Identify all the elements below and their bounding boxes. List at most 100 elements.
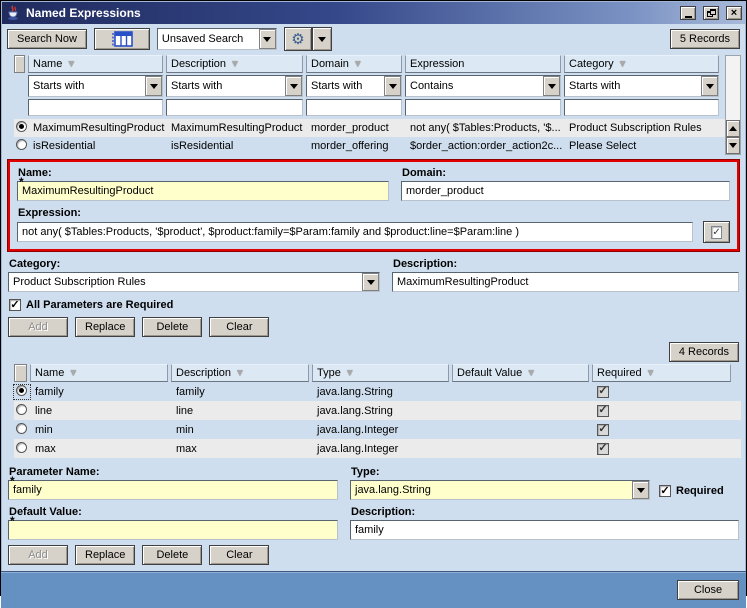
close-window-button[interactable]: × — [726, 6, 742, 20]
close-button[interactable]: Close — [677, 580, 739, 600]
param-column-header-name[interactable]: Name▼ — [30, 364, 168, 382]
cell-name: line — [30, 405, 171, 417]
param-radio-selected[interactable] — [16, 385, 27, 396]
cell-name: max — [30, 443, 171, 455]
filter-operator-domain[interactable]: Starts with — [306, 75, 402, 97]
all-params-required-label: All Parameters are Required — [26, 299, 173, 311]
filter-operator-name[interactable]: Starts with — [28, 75, 163, 97]
parameter-row[interactable]: max max java.lang.Integer — [14, 439, 741, 458]
default-value-field[interactable] — [8, 520, 338, 540]
filter-operator-description[interactable]: Starts with — [166, 75, 303, 97]
filter-icon: ▼ — [526, 368, 536, 379]
parameter-replace-button[interactable]: Replace — [75, 545, 135, 565]
row-radio[interactable] — [16, 139, 27, 150]
category-select[interactable]: Product Subscription Rules — [8, 272, 380, 292]
column-header-name[interactable]: Name▼ — [28, 55, 163, 73]
settings-dropdown-button[interactable] — [312, 27, 332, 51]
dropdown-arrow[interactable] — [285, 76, 302, 96]
filter-input-description[interactable] — [166, 99, 303, 116]
parameter-actions: Add Replace Delete Clear — [8, 545, 739, 565]
table-row[interactable]: MaximumResultingProduct MaximumResulting… — [14, 119, 741, 137]
search-results-table: Name▼ Description▼ Domain▼ Expression Ca… — [14, 55, 741, 155]
expression-delete-button[interactable]: Delete — [142, 317, 202, 337]
expression-field[interactable] — [17, 222, 693, 242]
parameter-delete-button[interactable]: Delete — [142, 545, 202, 565]
dropdown-arrow[interactable] — [701, 76, 718, 96]
parameter-name-label: Parameter Name: — [8, 464, 338, 480]
column-header-domain[interactable]: Domain▼ — [306, 55, 402, 73]
default-value-label: Default Value: — [8, 504, 338, 520]
filter-input-category[interactable] — [564, 99, 719, 116]
parameter-name-field[interactable] — [8, 480, 338, 500]
search-now-button[interactable]: Search Now — [7, 29, 87, 49]
dropdown-arrow[interactable] — [145, 76, 162, 96]
filter-operator-expression[interactable]: Contains — [405, 75, 561, 97]
vertical-scrollbar[interactable] — [725, 55, 741, 155]
expression-clear-button[interactable]: Clear — [209, 317, 269, 337]
column-settings-button[interactable] — [94, 28, 150, 50]
parameter-row[interactable]: min min java.lang.Integer — [14, 420, 741, 439]
param-radio[interactable] — [16, 423, 27, 434]
name-field[interactable] — [17, 181, 389, 201]
type-select[interactable]: java.lang.String — [350, 480, 650, 500]
parameter-row[interactable]: line line java.lang.String — [14, 401, 741, 420]
required-checkbox — [597, 405, 609, 417]
parameter-add-button[interactable]: Add — [8, 545, 68, 565]
arrow-down-icon — [729, 143, 737, 148]
filter-operator-category[interactable]: Starts with — [564, 75, 719, 97]
chevron-down-icon — [318, 37, 326, 42]
parameter-clear-button[interactable]: Clear — [209, 545, 269, 565]
cell-type: java.lang.Integer — [312, 424, 452, 436]
parameter-row[interactable]: family family java.lang.String — [14, 382, 741, 401]
scroll-down-button[interactable] — [726, 137, 740, 154]
restore-button[interactable] — [703, 6, 719, 20]
required-checkbox — [597, 386, 609, 398]
param-column-header-type[interactable]: Type▼ — [312, 364, 449, 382]
param-column-header-required[interactable]: Required▼ — [592, 364, 731, 382]
expression-replace-button[interactable]: Replace — [75, 317, 135, 337]
parameter-form: Parameter Name: * Type: java.lang.String — [8, 464, 739, 540]
filter-input-expression[interactable] — [405, 99, 561, 116]
column-header-expression[interactable]: Expression — [405, 55, 561, 73]
saved-search-select[interactable]: Unsaved Search — [157, 28, 277, 50]
filter-input-domain[interactable] — [306, 99, 402, 116]
filter-icon: ▼ — [66, 59, 76, 70]
column-header-description[interactable]: Description▼ — [166, 55, 303, 73]
scroll-up-button[interactable] — [726, 120, 740, 137]
validate-expression-button[interactable]: ✓ — [703, 221, 730, 243]
main-content: Name▼ Description▼ Domain▼ Expression Ca… — [1, 53, 746, 565]
filter-icon: ▼ — [646, 368, 656, 379]
settings-button[interactable]: ⚙ — [284, 27, 312, 51]
cell-name: min — [30, 424, 171, 436]
column-header-category[interactable]: Category▼ — [564, 55, 719, 73]
param-required-checkbox[interactable] — [659, 485, 671, 497]
cell-expression: $order_action:order_action2c... — [405, 140, 564, 152]
minimize-button[interactable] — [680, 6, 696, 20]
cell-type: java.lang.String — [312, 405, 452, 417]
table-row[interactable]: isResidential isResidential morder_offer… — [14, 137, 741, 155]
all-params-required-checkbox[interactable] — [9, 299, 21, 311]
toolbar: Search Now Unsaved Search ⚙ 5 Records — [1, 25, 746, 53]
dropdown-arrow[interactable] — [543, 76, 560, 96]
dropdown-arrow[interactable] — [632, 481, 649, 499]
row-radio-selected[interactable] — [16, 121, 27, 132]
expression-add-button[interactable]: Add — [8, 317, 68, 337]
java-app-icon — [5, 5, 21, 21]
dropdown-arrow[interactable] — [362, 273, 379, 291]
domain-field[interactable] — [401, 181, 730, 201]
param-column-header-description[interactable]: Description▼ — [171, 364, 309, 382]
param-radio[interactable] — [16, 404, 27, 415]
param-column-header-default-value[interactable]: Default Value▼ — [452, 364, 589, 382]
cell-domain: morder_offering — [306, 140, 405, 152]
cell-type: java.lang.Integer — [312, 443, 452, 455]
required-marker: * — [19, 175, 24, 189]
param-description-field[interactable] — [350, 520, 739, 540]
description-field[interactable] — [392, 272, 739, 292]
dropdown-arrow[interactable] — [384, 76, 401, 96]
restore-icon — [707, 9, 716, 17]
param-radio[interactable] — [16, 442, 27, 453]
name-label: Name: — [17, 165, 389, 181]
saved-search-dropdown-arrow[interactable] — [259, 29, 276, 49]
table-columns-icon — [111, 31, 133, 47]
filter-input-name[interactable] — [28, 99, 163, 116]
